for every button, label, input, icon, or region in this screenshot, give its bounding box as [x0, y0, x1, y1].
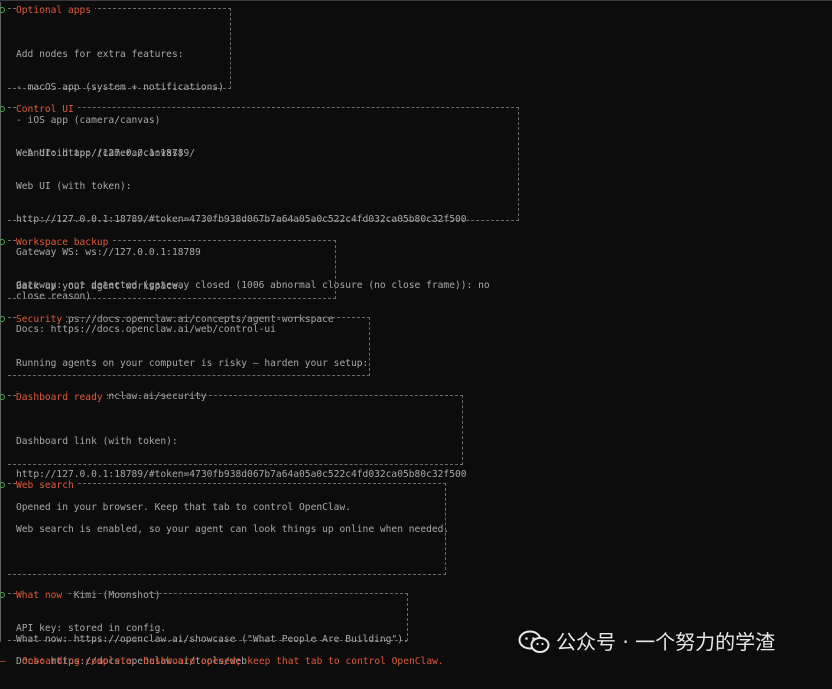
wechat-watermark: 公众号 · 一个努力的学渣 [518, 628, 818, 656]
section-title: Workspace backup [16, 237, 113, 248]
step-bullet-icon [0, 106, 5, 112]
footer-dash: — [0, 656, 6, 667]
token-url[interactable]: http://127.0.0.1:18789/#token=4730fb938d… [16, 214, 510, 225]
section-workspace-backup: Workspace backup Back up your agent work… [0, 223, 832, 325]
section-title: Control UI [16, 104, 78, 115]
web-ui-url[interactable]: Web UI: http://127.0.0.1:18789/ [16, 148, 510, 159]
gutter-line [0, 300, 1, 377]
section-optional-apps: Optional apps Add nodes for extra featur… [0, 2, 832, 159]
body-line: - macOS app (system + notifications) [16, 82, 224, 93]
section-title: Security [16, 314, 67, 325]
step-bullet-icon [0, 592, 5, 598]
gutter-line [0, 377, 1, 466]
gutter-line [0, 2, 1, 90]
gutter-line [0, 223, 1, 300]
step-bullet-icon [0, 7, 5, 13]
footer-message: Onboarding complete. Dashboard opened; k… [22, 656, 444, 667]
body-line: Web UI (with token): [16, 181, 132, 192]
top-border [0, 0, 832, 1]
wechat-icon [518, 630, 550, 653]
gutter-line [0, 576, 1, 642]
section-web-search: Web search Web search is enabled, so you… [0, 466, 832, 667]
body-line: Dashboard link (with token): [16, 436, 178, 447]
section-control-ui: Control UI Web UI: http://127.0.0.1:1878… [0, 90, 832, 335]
step-bullet-icon [0, 394, 5, 400]
body-line: Running agents on your computer is risky… [16, 358, 369, 369]
section-title: Optional apps [16, 5, 96, 16]
section-dashboard-ready: Dashboard ready Dashboard link (with tok… [0, 377, 832, 513]
watermark-text: 公众号 · 一个努力的学渣 [556, 630, 776, 654]
body-line: Add nodes for extra features: [16, 49, 184, 60]
section-title: What now [16, 590, 67, 601]
body-line: Web search is enabled, so your agent can… [16, 524, 450, 535]
body-line: Back up your agent workspace. [16, 281, 184, 292]
showcase-link[interactable]: What now: https://openclaw.ai/showcase (… [16, 634, 409, 645]
step-bullet-icon [0, 239, 5, 245]
section-title: Web search [16, 480, 78, 491]
section-security: Security Running agents on your computer… [0, 300, 832, 402]
section-title: Dashboard ready [16, 392, 107, 403]
step-bullet-icon [0, 482, 5, 488]
step-bullet-icon [0, 316, 5, 322]
